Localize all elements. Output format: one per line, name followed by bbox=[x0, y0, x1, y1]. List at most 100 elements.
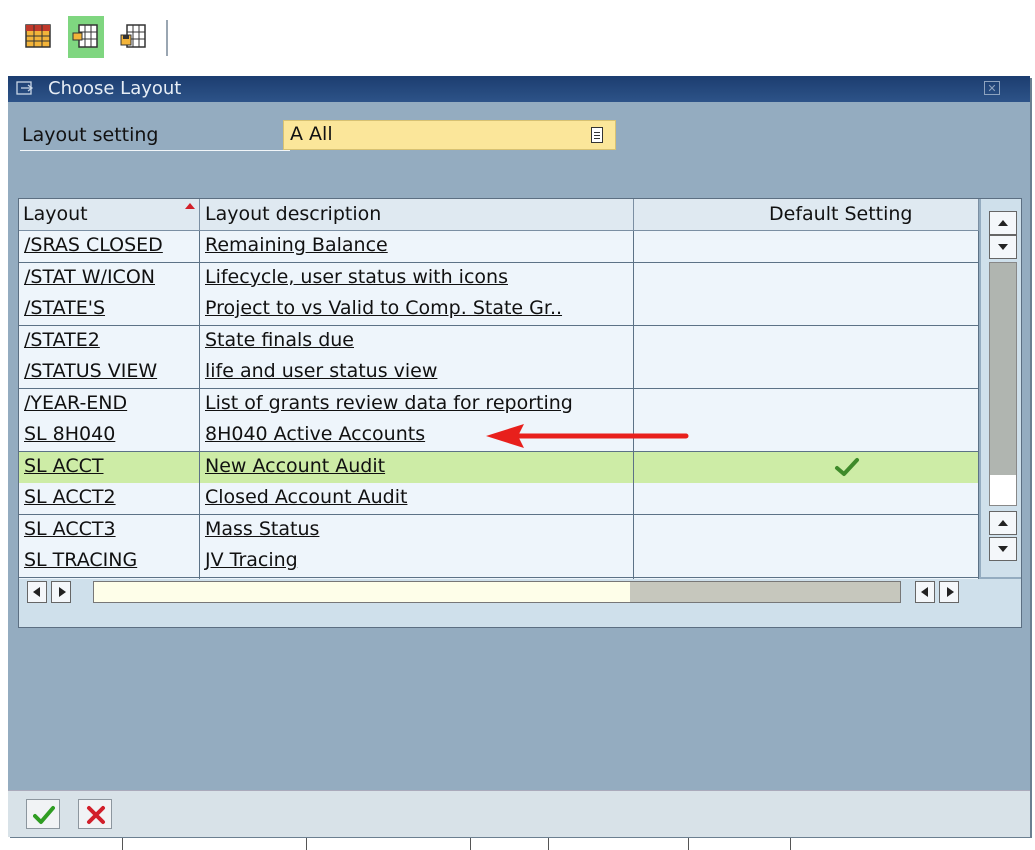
scroll-track[interactable] bbox=[989, 262, 1017, 506]
page-up-button[interactable] bbox=[989, 511, 1017, 535]
horizontal-scrollbar[interactable] bbox=[19, 579, 1021, 627]
vertical-scrollbar[interactable] bbox=[981, 199, 1021, 577]
layout-cell[interactable]: /YEAR-END bbox=[19, 388, 200, 420]
default-setting-cell[interactable] bbox=[634, 262, 979, 294]
close-icon[interactable]: ✕ bbox=[984, 81, 1000, 95]
value-help-icon[interactable] bbox=[591, 127, 603, 143]
default-setting-cell[interactable] bbox=[634, 483, 979, 514]
table-row[interactable]: SL ACCT3 Mass Status bbox=[19, 514, 979, 547]
description-cell[interactable]: Lifecycle, user status with icons bbox=[200, 262, 634, 294]
layout-link[interactable]: SL TRACING bbox=[24, 549, 137, 571]
horizontal-scroll-thumb[interactable] bbox=[94, 582, 630, 602]
horizontal-scroll-track[interactable] bbox=[93, 581, 901, 603]
layout-table: Layout Layout description Default Settin… bbox=[18, 198, 1022, 628]
layout-cell[interactable]: /STATUS VIEW bbox=[19, 357, 200, 388]
description-link[interactable]: State finals due bbox=[205, 329, 354, 351]
layout-setting-value: A All bbox=[290, 123, 333, 145]
ok-button[interactable] bbox=[26, 799, 60, 829]
default-setting-cell[interactable] bbox=[634, 294, 979, 325]
table-row[interactable]: /SRAS CLOSED Remaining Balance bbox=[19, 231, 979, 263]
red-annotation-arrow bbox=[486, 424, 689, 448]
description-link[interactable]: Project to vs Valid to Comp. State Gr.. bbox=[205, 297, 562, 319]
scroll-thumb[interactable] bbox=[990, 263, 1016, 475]
layout-link[interactable]: SL ACCT3 bbox=[24, 518, 116, 540]
table-row[interactable]: SL ACCT2 Closed Account Audit bbox=[19, 483, 979, 515]
layout-link[interactable]: /STAT W/ICON bbox=[24, 266, 155, 288]
description-cell[interactable]: List of grants review data for reporting bbox=[200, 388, 634, 420]
scroll-up-button[interactable] bbox=[989, 211, 1017, 235]
column-left-button[interactable] bbox=[915, 581, 935, 603]
table-row[interactable]: /STAT W/ICON Lifecycle, user status with … bbox=[19, 262, 979, 295]
layout-cell[interactable]: SL ACCT2 bbox=[19, 483, 200, 514]
save-layout-button[interactable] bbox=[116, 16, 152, 58]
default-setting-cell[interactable] bbox=[634, 546, 979, 577]
layout-link[interactable]: /STATE2 bbox=[24, 329, 100, 351]
layout-link[interactable]: SL ACCT2 bbox=[24, 486, 116, 508]
cancel-button[interactable] bbox=[78, 799, 112, 829]
layout-grid-icon bbox=[25, 24, 51, 48]
default-setting-cell[interactable] bbox=[634, 357, 979, 388]
description-link[interactable]: Remaining Balance bbox=[205, 234, 388, 256]
description-link[interactable]: Closed Account Audit bbox=[205, 486, 407, 508]
description-cell[interactable]: Remaining Balance bbox=[200, 231, 634, 262]
save-layout-icon bbox=[120, 24, 146, 48]
column-header-layout[interactable]: Layout bbox=[19, 199, 200, 231]
layout-cell[interactable]: SL ACCT3 bbox=[19, 514, 200, 546]
layout-link[interactable]: /SRAS CLOSED bbox=[24, 234, 163, 256]
description-cell[interactable]: State finals due bbox=[200, 325, 634, 357]
description-cell[interactable]: Mass Status bbox=[200, 514, 634, 546]
layout-link[interactable]: /STATE'S bbox=[24, 297, 105, 319]
table-row[interactable]: SL ACCT New Account Audit bbox=[19, 451, 979, 484]
column-right-button[interactable] bbox=[939, 581, 959, 603]
table-row[interactable]: /STATE2 State finals due bbox=[19, 325, 979, 358]
scroll-right-button[interactable] bbox=[51, 581, 71, 603]
description-link[interactable]: List of grants review data for reporting bbox=[205, 392, 573, 414]
choose-layout-icon bbox=[72, 24, 98, 48]
choose-layout-button[interactable] bbox=[68, 16, 104, 58]
scroll-left-button[interactable] bbox=[27, 581, 47, 603]
layout-link[interactable]: SL ACCT bbox=[24, 455, 104, 477]
layout-cell[interactable]: /STATE2 bbox=[19, 325, 200, 357]
table-row[interactable]: /STATUS VIEW life and user status view bbox=[19, 357, 979, 389]
checkmark-icon bbox=[33, 806, 55, 824]
layout-cell[interactable]: SL ACCT bbox=[19, 451, 200, 483]
description-cell[interactable]: New Account Audit bbox=[200, 451, 634, 483]
table-row[interactable]: /STATE'S Project to vs Valid to Comp. Sta… bbox=[19, 294, 979, 326]
table-row[interactable]: /YEAR-END List of grants review data for … bbox=[19, 388, 979, 421]
default-setting-cell[interactable] bbox=[634, 388, 979, 420]
layout-cell[interactable]: /STATE'S bbox=[19, 294, 200, 325]
application-toolbar bbox=[0, 0, 172, 72]
description-link[interactable]: Mass Status bbox=[205, 518, 319, 540]
layout-link[interactable]: SL 8H040 bbox=[24, 423, 115, 445]
layout-cell[interactable]: /SRAS CLOSED bbox=[19, 231, 200, 262]
default-setting-cell[interactable] bbox=[634, 325, 979, 357]
description-cell[interactable]: JV Tracing bbox=[200, 546, 634, 577]
description-link[interactable]: life and user status view bbox=[205, 360, 437, 382]
description-cell[interactable]: Project to vs Valid to Comp. State Gr.. bbox=[200, 294, 634, 325]
description-cell[interactable]: life and user status view bbox=[200, 357, 634, 388]
default-setting-cell[interactable] bbox=[634, 231, 979, 262]
description-cell[interactable]: Closed Account Audit bbox=[200, 483, 634, 514]
toolbar-separator bbox=[166, 20, 168, 56]
page-down-button[interactable] bbox=[989, 537, 1017, 561]
layout-grid-button[interactable] bbox=[20, 16, 56, 58]
layout-cell[interactable]: SL TRACING bbox=[19, 546, 200, 577]
layout-setting-input[interactable]: A All bbox=[283, 120, 616, 150]
layout-cell[interactable]: SL 8H040 bbox=[19, 420, 200, 451]
layout-link[interactable]: /STATUS VIEW bbox=[24, 360, 157, 382]
default-setting-cell[interactable] bbox=[634, 514, 979, 546]
description-link[interactable]: 8H040 Active Accounts bbox=[205, 423, 425, 445]
scroll-down-button[interactable] bbox=[989, 235, 1017, 259]
table-row[interactable]: SL TRACING JV Tracing bbox=[19, 546, 979, 578]
description-link[interactable]: New Account Audit bbox=[205, 455, 385, 477]
column-header-description[interactable]: Layout description bbox=[200, 199, 634, 231]
default-setting-cell[interactable] bbox=[634, 451, 979, 483]
dialog-title: Choose Layout bbox=[48, 78, 182, 99]
column-header-label: Layout description bbox=[205, 203, 382, 225]
description-link[interactable]: JV Tracing bbox=[205, 549, 298, 571]
layout-cell[interactable]: /STAT W/ICON bbox=[19, 262, 200, 294]
description-link[interactable]: Lifecycle, user status with icons bbox=[205, 266, 508, 288]
layout-link[interactable]: /YEAR-END bbox=[24, 392, 127, 414]
sort-ascending-icon bbox=[185, 203, 195, 209]
column-header-default-setting[interactable]: Default Setting bbox=[634, 199, 979, 231]
